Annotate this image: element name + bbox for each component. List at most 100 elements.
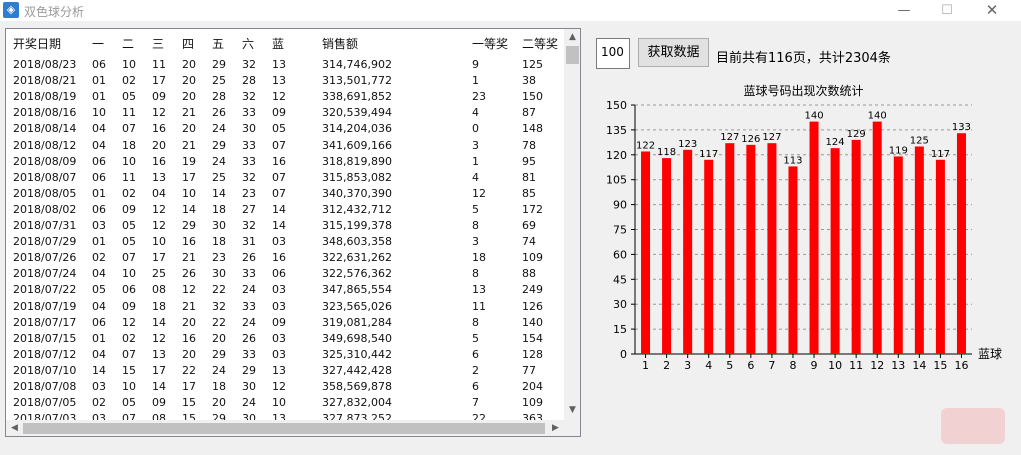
- table-cell: 10: [122, 58, 136, 71]
- table-cell: 32: [242, 90, 256, 104]
- table-row[interactable]: 2018/08/19 01 05 09 20 28 32 12 338,691,852 23 150: [6, 88, 566, 105]
- table-cell: 2: [472, 363, 479, 377]
- table-row[interactable]: 2018/07/29 01 05 10 16 18 31 03 348,603,358 3 74: [6, 233, 566, 250]
- table-cell: 04: [92, 122, 106, 136]
- table-cell: 03: [272, 331, 286, 345]
- table-cell: 17: [152, 251, 166, 265]
- table-cell: 320,539,494: [322, 106, 392, 120]
- table-row[interactable]: 2018/07/08 03 10 14 17 18 30 12 358,569,878 6 204: [6, 378, 566, 395]
- table-cell: 02: [122, 74, 136, 88]
- fetch-data-button[interactable]: 获取数据: [638, 38, 709, 67]
- column-header[interactable]: 开奖日期: [13, 35, 61, 52]
- table-row[interactable]: 2018/07/22 05 06 08 12 22 24 03 347,865,554 13 249: [6, 281, 566, 298]
- table-cell: 12: [122, 315, 136, 329]
- table-cell: 0: [472, 122, 479, 136]
- table-cell: 88: [522, 267, 536, 281]
- table-cell: 18: [472, 251, 486, 265]
- table-cell: 05: [92, 283, 106, 297]
- x-tick-label: 1: [642, 359, 649, 372]
- table-cell: 02: [122, 331, 136, 345]
- scroll-right-icon[interactable]: ▶: [547, 423, 564, 433]
- table-row[interactable]: 2018/07/19 04 09 18 21 32 33 03 323,565,026 11 126: [6, 298, 566, 315]
- column-header[interactable]: 一等奖: [472, 35, 508, 52]
- blue-ball-frequency-chart: 蓝球号码出现次数统计 0 15 30 45 60 75 90 105 120 135 150 122 1 1…: [590, 78, 1010, 378]
- table-row[interactable]: 2018/08/14 04 07 16 20 24 30 05 314,204,036 0 148: [6, 120, 566, 137]
- column-header[interactable]: 销售额: [322, 35, 358, 52]
- table-cell: 13: [152, 347, 166, 361]
- table-row[interactable]: 2018/08/12 04 18 20 21 29 33 07 341,609,166 3 78: [6, 137, 566, 154]
- column-header[interactable]: 二: [122, 35, 134, 52]
- table-cell: 21: [182, 138, 196, 152]
- column-header[interactable]: 二等奖: [522, 35, 558, 52]
- bar-value-label: 124: [826, 137, 845, 148]
- column-header[interactable]: 蓝: [272, 35, 284, 52]
- table-cell: 28: [242, 74, 256, 88]
- column-header[interactable]: 三: [152, 35, 164, 52]
- table-row[interactable]: 2018/07/24 04 10 25 26 30 33 06 322,576,362 8 88: [6, 265, 566, 282]
- table-cell: 109: [522, 251, 543, 265]
- pages-input[interactable]: 100: [596, 38, 630, 69]
- bar: [662, 158, 672, 354]
- table-cell: 8: [472, 315, 479, 329]
- table-row[interactable]: 2018/08/21 01 02 17 20 25 28 13 313,501,772 1 38: [6, 72, 566, 89]
- column-header[interactable]: 四: [182, 35, 194, 52]
- maximize-button[interactable]: ☐: [924, 0, 970, 21]
- table-cell: 33: [242, 138, 256, 152]
- app-window: ◈ 双色球分析 — ☐ ✕ 开奖日期 一 二 三 四 五 六 蓝 销售额 一等奖 二等奖 2018/…: [0, 0, 1021, 455]
- table-row[interactable]: 2018/08/09 06 10 16 19 24 33 16 318,819,890 1 95: [6, 153, 566, 170]
- lottery-table[interactable]: 开奖日期 一 二 三 四 五 六 蓝 销售额 一等奖 二等奖 2018/08/23 06 10 11 20 2…: [5, 28, 581, 437]
- scroll-down-icon[interactable]: ▼: [564, 405, 580, 415]
- table-row[interactable]: 2018/07/26 02 07 17 21 23 26 16 322,631,262 18 109: [6, 249, 566, 266]
- minimize-button[interactable]: —: [881, 0, 927, 21]
- table-cell: 24: [242, 283, 256, 297]
- vertical-scrollbar[interactable]: ▲ ▼: [564, 29, 580, 420]
- table-cell: 109: [522, 396, 543, 410]
- table-cell: 38: [522, 74, 536, 88]
- table-row[interactable]: 2018/07/15 01 02 12 16 20 26 03 349,698,540 5 154: [6, 330, 566, 347]
- table-cell: 2018/08/16: [13, 106, 77, 120]
- table-cell: 21: [182, 299, 196, 313]
- column-header[interactable]: 五: [212, 35, 224, 52]
- horizontal-scroll-thumb[interactable]: [23, 423, 545, 434]
- table-cell: 29: [212, 138, 226, 152]
- scroll-left-icon[interactable]: ◀: [6, 423, 23, 433]
- table-row[interactable]: 2018/07/31 03 05 12 29 30 32 14 315,199,378 8 69: [6, 217, 566, 234]
- table-row[interactable]: 2018/08/16 10 11 12 21 26 33 09 320,539,494 4 87: [6, 104, 566, 121]
- table-header: 开奖日期 一 二 三 四 五 六 蓝 销售额 一等奖 二等奖: [6, 29, 566, 55]
- table-cell: 12: [472, 186, 486, 200]
- scroll-up-icon[interactable]: ▲: [564, 32, 580, 42]
- table-cell: 3: [472, 138, 479, 152]
- column-header[interactable]: 六: [242, 35, 254, 52]
- table-cell: 20: [152, 138, 166, 152]
- table-cell: 04: [92, 138, 106, 152]
- table-cell: 17: [182, 170, 196, 184]
- bar-value-label: 125: [910, 136, 929, 147]
- table-row[interactable]: 2018/08/02 06 09 12 14 18 27 14 312,432,712 5 172: [6, 201, 566, 218]
- table-cell: 2018/08/07: [13, 170, 77, 184]
- table-row[interactable]: 2018/08/05 01 02 04 10 14 23 07 340,370,390 12 85: [6, 185, 566, 202]
- table-row[interactable]: 2018/07/05 02 05 09 15 20 24 10 327,832,004 7 109: [6, 394, 566, 411]
- table-row[interactable]: 2018/08/23 06 10 11 20 29 32 13 314,746,902 9 125: [6, 56, 566, 73]
- horizontal-scrollbar[interactable]: ◀ ▶: [6, 420, 564, 436]
- close-button[interactable]: ✕: [969, 0, 1015, 21]
- table-cell: 17: [152, 74, 166, 88]
- table-cell: 33: [242, 347, 256, 361]
- y-tick-label: 105: [606, 174, 627, 187]
- table-row[interactable]: 2018/07/12 04 07 13 20 29 33 03 325,310,442 6 128: [6, 346, 566, 363]
- bar: [851, 139, 861, 354]
- table-cell: 03: [92, 380, 106, 393]
- table-cell: 33: [242, 267, 256, 281]
- table-cell: 4: [472, 106, 479, 120]
- table-cell: 30: [212, 219, 226, 232]
- vertical-scroll-thumb[interactable]: [566, 46, 579, 64]
- table-row[interactable]: 2018/07/17 06 12 14 20 22 24 09 319,081,284 8 140: [6, 314, 566, 331]
- table-cell: 14: [152, 380, 166, 393]
- table-cell: 12: [182, 283, 196, 297]
- column-header[interactable]: 一: [92, 35, 104, 52]
- table-row[interactable]: 2018/07/10 14 15 17 22 24 29 13 327,442,428 2 77: [6, 362, 566, 379]
- table-row[interactable]: 2018/08/07 06 11 13 17 25 32 07 315,853,082 4 81: [6, 169, 566, 186]
- table-cell: 18: [212, 380, 226, 393]
- table-cell: 03: [92, 219, 106, 232]
- bar: [788, 166, 798, 354]
- table-cell: 2018/07/31: [13, 219, 77, 232]
